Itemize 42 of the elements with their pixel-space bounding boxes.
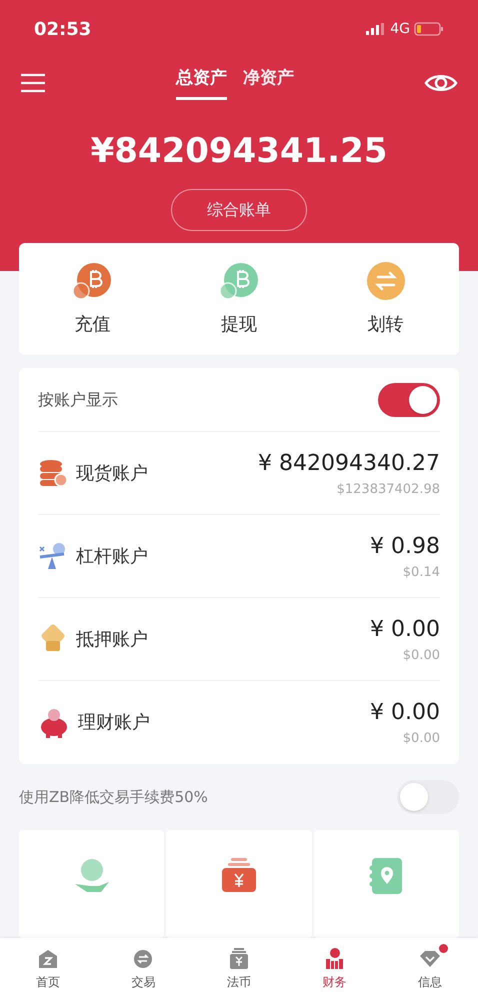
total-amount: ¥842094341.25 bbox=[90, 130, 388, 173]
battery-icon bbox=[414, 22, 444, 36]
feature-tile[interactable] bbox=[19, 830, 164, 938]
usd-balance: $123837402.98 bbox=[336, 480, 440, 499]
coin-stack-icon bbox=[38, 458, 68, 488]
cny-balance: ¥ 0.00 bbox=[370, 616, 440, 644]
account-name: 杠杆账户 bbox=[76, 544, 148, 568]
toggle-label: 按账户显示 bbox=[38, 388, 118, 410]
signal-icon bbox=[366, 23, 386, 35]
tab-bar-item[interactable]: 法币 bbox=[191, 938, 287, 1000]
bitcoin-icon bbox=[218, 260, 259, 300]
toggle-switch[interactable] bbox=[378, 382, 440, 416]
cny-balance: ¥ 0.00 bbox=[370, 699, 440, 728]
toggle-switch[interactable] bbox=[397, 780, 459, 814]
tab-bar-item[interactable]: 交易 bbox=[96, 938, 192, 1000]
tab-bar-item[interactable]: 首页 bbox=[0, 938, 96, 1000]
cny-balance: ¥ 0.98 bbox=[370, 532, 440, 561]
action-button[interactable]: 充值 bbox=[19, 260, 166, 338]
action-button[interactable]: 划转 bbox=[312, 260, 459, 338]
feature-tile[interactable] bbox=[314, 830, 459, 938]
seesaw-icon bbox=[38, 541, 68, 571]
status-time: 02:53 bbox=[34, 18, 92, 42]
action-button[interactable]: 提现 bbox=[166, 260, 312, 338]
usd-balance: $0.00 bbox=[402, 730, 440, 748]
asset-tab[interactable]: 净资产 bbox=[243, 66, 294, 100]
tab-bar-item[interactable]: 财务 bbox=[286, 938, 382, 1000]
asset-tab[interactable]: 总资产 bbox=[176, 66, 227, 100]
network-label: 4G bbox=[390, 20, 410, 38]
piggy-bank-icon bbox=[38, 708, 70, 738]
bitcoin-icon bbox=[72, 260, 112, 300]
account-name: 理财账户 bbox=[78, 711, 150, 735]
statement-button[interactable]: 综合账单 bbox=[171, 189, 307, 231]
cny-balance: ¥ 842094340.27 bbox=[258, 450, 440, 478]
transfer-icon bbox=[366, 260, 406, 300]
usd-balance: $0.00 bbox=[402, 646, 440, 665]
tab-bar-item[interactable]: 信息 bbox=[382, 938, 478, 1000]
account-name: 现货账户 bbox=[76, 462, 148, 486]
menu-icon[interactable] bbox=[20, 73, 46, 93]
fee-toggle-label: 使用ZB降低交易手续费50% bbox=[19, 786, 208, 808]
feature-tile[interactable] bbox=[166, 830, 312, 938]
usd-balance: $0.14 bbox=[402, 564, 440, 582]
account-name: 抵押账户 bbox=[76, 628, 148, 652]
